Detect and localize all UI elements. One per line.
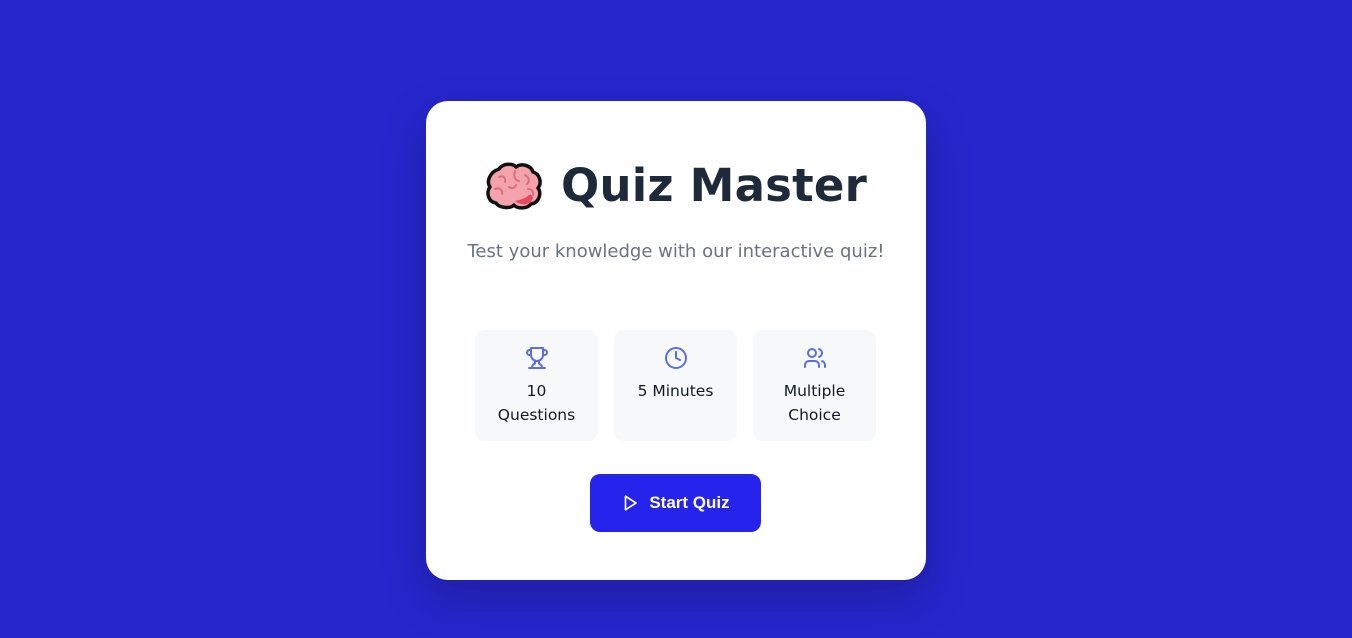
feature-format: Multiple Choice xyxy=(753,330,876,441)
feature-questions: 10 Questions xyxy=(475,330,598,441)
trophy-icon xyxy=(475,346,598,370)
feature-label: 5 Minutes xyxy=(637,382,714,400)
start-quiz-label: Start Quiz xyxy=(649,493,730,512)
users-icon xyxy=(753,346,876,370)
title-row: Quiz Master xyxy=(426,159,926,212)
page-subtitle: Test your knowledge with our interactive… xyxy=(467,241,885,262)
feature-duration: 5 Minutes xyxy=(614,330,737,441)
feature-label: 10 Questions xyxy=(497,382,576,424)
feature-list: 10 Questions 5 Minutes Multiple Choice xyxy=(475,330,876,441)
feature-label: Multiple Choice xyxy=(783,382,846,424)
play-icon xyxy=(621,494,639,512)
page-title: Quiz Master xyxy=(561,159,867,212)
brain-icon xyxy=(485,161,543,211)
clock-icon xyxy=(614,346,737,370)
quiz-intro-card: Quiz Master Test your knowledge with our… xyxy=(426,101,926,580)
start-quiz-button[interactable]: Start Quiz xyxy=(590,474,761,532)
